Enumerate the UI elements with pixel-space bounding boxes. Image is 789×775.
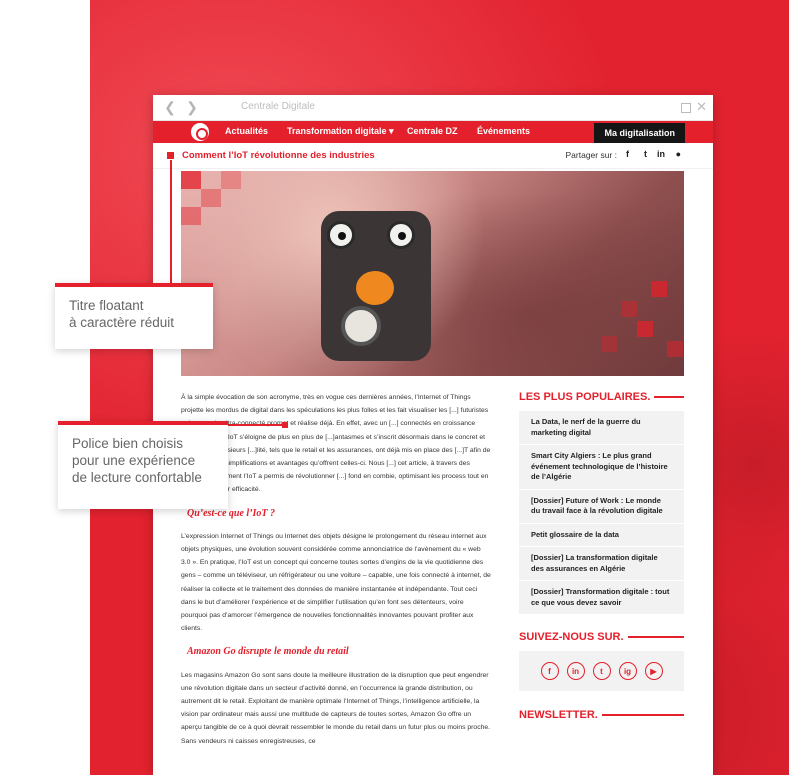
nav-item-centrale-dz[interactable]: Centrale DZ (407, 126, 458, 136)
chevron-left-icon[interactable]: ❮ (159, 97, 181, 119)
sidebar: LES PLUS POPULAIRES. La Data, le nerf de… (519, 385, 684, 721)
pixel-decoration (637, 321, 653, 337)
pixel-decoration (221, 171, 241, 189)
article-title: Comment l’IoT révolutionne des industrie… (182, 150, 375, 161)
floating-title-bar: Comment l’IoT révolutionne des industrie… (153, 143, 713, 169)
connector-line (170, 160, 172, 285)
follow-heading: SUIVEZ-NOUS SUR. (519, 631, 684, 643)
close-icon[interactable]: ✕ (696, 99, 707, 115)
pixel-decoration (621, 301, 637, 317)
section-heading-amazon: Amazon Go disrupte le monde du retail (187, 646, 349, 658)
connector-dot (282, 422, 288, 428)
divider (601, 714, 684, 716)
pixel-decoration (601, 336, 617, 352)
popular-item[interactable]: [Dossier] La transformation digitale des… (519, 547, 684, 581)
divider (654, 396, 684, 398)
newsletter-heading-text: NEWSLETTER. (519, 709, 598, 721)
pixel-decoration (181, 207, 201, 225)
popular-heading-text: LES PLUS POPULAIRES. (519, 391, 651, 403)
callout-floating-title: Titre floatant à caractère réduit (55, 283, 213, 349)
share-label: Partager sur : (565, 150, 618, 160)
hero-image (181, 171, 684, 376)
newsletter-heading: NEWSLETTER. (519, 709, 684, 721)
browser-chrome: ❮ ❯ Centrale Digitale ✕ (153, 95, 713, 121)
popular-item[interactable]: La Data, le nerf de la guerre du marketi… (519, 411, 684, 445)
pixel-decoration (201, 189, 221, 207)
linkedin-icon[interactable]: in (566, 662, 585, 680)
facebook-icon[interactable]: f (540, 662, 559, 680)
section-heading-iot: Qu’est-ce que l’IoT ? (187, 507, 276, 519)
popular-item[interactable]: Petit glossaire de la data (519, 524, 684, 547)
twitter-icon[interactable]: t (644, 149, 647, 159)
robot-wheel (341, 306, 381, 346)
ma-digitalisation-button[interactable]: Ma digitalisation (594, 123, 685, 143)
site-navbar: Actualités Transformation digitale ▾ Cen… (153, 121, 713, 143)
popular-item[interactable]: Smart City Algiers : Le plus grand événe… (519, 445, 684, 490)
nav-item-actualites[interactable]: Actualités (225, 126, 268, 136)
popular-item[interactable]: [Dossier] Transformation digitale : tout… (519, 581, 684, 615)
instagram-icon[interactable]: ig (618, 662, 637, 680)
article-paragraph: Les magasins Amazon Go sont sans doute l… (181, 671, 491, 745)
chevron-right-icon[interactable]: ❯ (181, 97, 203, 119)
youtube-icon[interactable]: ▶ (644, 662, 663, 680)
twitter-icon[interactable]: t (592, 662, 611, 680)
tab-title: Centrale Digitale (241, 101, 315, 112)
robot-nose (356, 271, 394, 305)
messenger-icon[interactable]: ● (676, 149, 681, 159)
facebook-icon[interactable]: f (626, 149, 629, 159)
logo[interactable] (191, 123, 209, 141)
linkedin-icon[interactable]: in (657, 149, 665, 159)
nav-item-transformation[interactable]: Transformation digitale ▾ (287, 126, 394, 137)
robot-eye-left (327, 221, 355, 249)
popular-heading: LES PLUS POPULAIRES. (519, 391, 684, 403)
nav-item-evenements[interactable]: Événements (477, 126, 530, 136)
robot-eye-right (387, 221, 415, 249)
title-marker (167, 152, 174, 159)
pixel-decoration (651, 281, 667, 297)
pixel-decoration (667, 341, 683, 357)
popular-list: La Data, le nerf de la guerre du marketi… (519, 411, 684, 615)
follow-heading-text: SUIVEZ-NOUS SUR. (519, 631, 624, 643)
connector-line (228, 424, 288, 426)
article-paragraph: L’expression Internet of Things ou Inter… (181, 532, 491, 633)
browser-window: ❮ ❯ Centrale Digitale ✕ Actualités Trans… (153, 95, 713, 775)
divider (627, 636, 684, 638)
social-links: f in t ig ▶ (519, 651, 684, 691)
popular-item[interactable]: [Dossier] Future of Work : Le monde du t… (519, 490, 684, 524)
pixel-decoration (181, 171, 201, 189)
maximize-icon[interactable] (681, 103, 691, 113)
callout-readable-font: Police bien choisis pour une expérience … (58, 421, 228, 509)
